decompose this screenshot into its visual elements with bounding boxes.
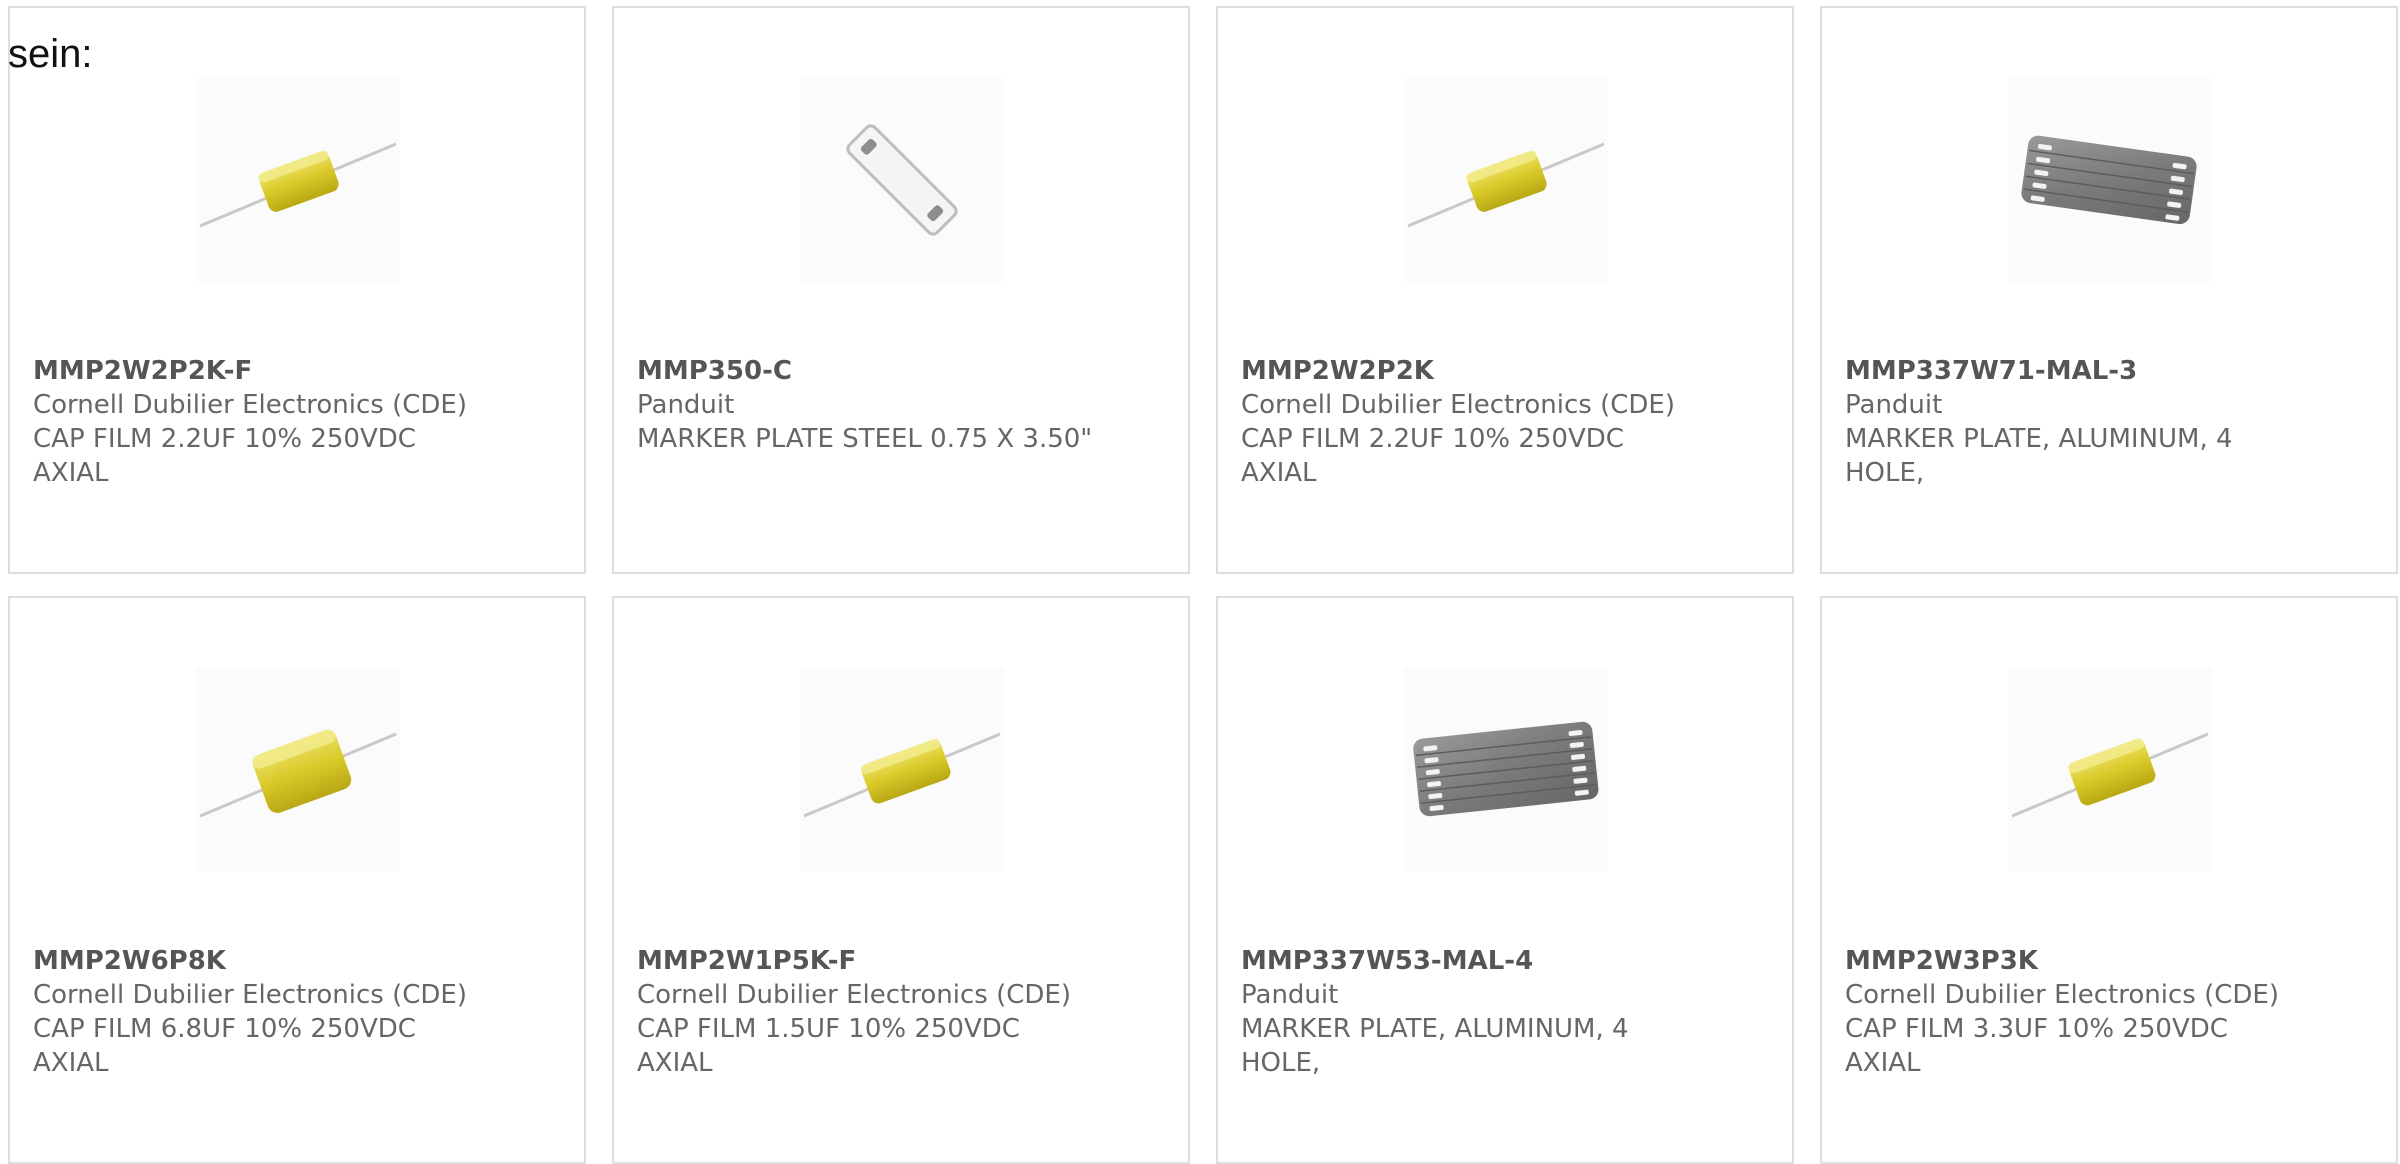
card-footer-bar xyxy=(614,572,1190,574)
manufacturer: Cornell Dubilier Electronics (CDE) xyxy=(1845,980,2279,1010)
product-info: MMP337W71-MAL-3 Panduit MARKER PLATE, AL… xyxy=(1845,354,2305,490)
product-image xyxy=(2008,668,2212,872)
manufacturer: Cornell Dubilier Electronics (CDE) xyxy=(637,980,1071,1010)
manufacturer: Panduit xyxy=(637,390,735,420)
product-card[interactable]: MMP2W2P2K-F Cornell Dubilier Electronics… xyxy=(8,6,586,574)
manufacturer: Panduit xyxy=(1845,390,1943,420)
product-card[interactable]: MMP2W2P2K Cornell Dubilier Electronics (… xyxy=(1216,6,1794,574)
yellow-axial-capacitor-icon xyxy=(803,732,1001,818)
part-number: MMP2W2P2K-F xyxy=(33,356,253,386)
part-number: MMP2W6P8K xyxy=(33,946,226,976)
product-info: MMP2W2P2K Cornell Dubilier Electronics (… xyxy=(1241,354,1701,490)
description: MARKER PLATE STEEL 0.75 X 3.50" xyxy=(637,424,1093,454)
card-accent-bar xyxy=(10,572,193,574)
product-info: MMP2W2P2K-F Cornell Dubilier Electronics… xyxy=(33,354,493,490)
product-image xyxy=(196,78,400,282)
card-accent-bar xyxy=(1822,572,2005,574)
product-image xyxy=(196,668,400,872)
description: CAP FILM 2.2UF 10% 250VDC AXIAL xyxy=(33,424,416,488)
manufacturer: Panduit xyxy=(1241,980,1339,1010)
yellow-axial-capacitor-icon xyxy=(199,142,397,228)
description: CAP FILM 1.5UF 10% 250VDC AXIAL xyxy=(637,1014,1020,1078)
part-number: MMP337W53-MAL-4 xyxy=(1241,946,1534,976)
product-card[interactable]: MMP2W6P8K Cornell Dubilier Electronics (… xyxy=(8,596,586,1164)
product-info: MMP2W3P3K Cornell Dubilier Electronics (… xyxy=(1845,944,2305,1080)
product-grid: MMP2W2P2K-F Cornell Dubilier Electronics… xyxy=(0,0,2400,1164)
product-image xyxy=(1404,668,1608,872)
product-info: MMP337W53-MAL-4 Panduit MARKER PLATE, AL… xyxy=(1241,944,1701,1080)
product-card[interactable]: MMP337W53-MAL-4 Panduit MARKER PLATE, AL… xyxy=(1216,596,1794,1164)
card-footer-bar xyxy=(1822,572,2398,574)
product-card[interactable]: MMP2W3P3K Cornell Dubilier Electronics (… xyxy=(1820,596,2398,1164)
description: MARKER PLATE, ALUMINUM, 4 HOLE, xyxy=(1241,1014,1629,1078)
yellow-axial-capacitor-icon xyxy=(2011,732,2209,818)
product-image xyxy=(2008,78,2212,282)
aluminum-marker-plate-icon xyxy=(2021,135,2197,225)
product-info: MMP2W6P8K Cornell Dubilier Electronics (… xyxy=(33,944,493,1080)
product-image xyxy=(1404,78,1608,282)
page-intro-text: sein: xyxy=(8,32,93,76)
description: CAP FILM 2.2UF 10% 250VDC AXIAL xyxy=(1241,424,1624,488)
part-number: MMP2W2P2K xyxy=(1241,356,1434,386)
part-number: MMP2W1P5K-F xyxy=(637,946,857,976)
product-image xyxy=(800,78,1004,282)
card-accent-bar xyxy=(1218,572,1401,574)
description: CAP FILM 6.8UF 10% 250VDC AXIAL xyxy=(33,1014,416,1078)
product-card[interactable]: MMP337W71-MAL-3 Panduit MARKER PLATE, AL… xyxy=(1820,6,2398,574)
steel-marker-plate-icon xyxy=(846,124,958,236)
product-card[interactable]: MMP2W1P5K-F Cornell Dubilier Electronics… xyxy=(612,596,1190,1164)
product-info: MMP350-C Panduit MARKER PLATE STEEL 0.75… xyxy=(637,354,1097,456)
card-footer-bar xyxy=(10,572,586,574)
product-image xyxy=(800,668,1004,872)
card-accent-bar xyxy=(614,572,797,574)
product-card[interactable]: MMP350-C Panduit MARKER PLATE STEEL 0.75… xyxy=(612,6,1190,574)
description: CAP FILM 3.3UF 10% 250VDC AXIAL xyxy=(1845,1014,2228,1078)
product-info: MMP2W1P5K-F Cornell Dubilier Electronics… xyxy=(637,944,1097,1080)
manufacturer: Cornell Dubilier Electronics (CDE) xyxy=(1241,390,1675,420)
part-number: MMP2W3P3K xyxy=(1845,946,2038,976)
aluminum-marker-plate-icon xyxy=(1413,721,1599,817)
yellow-axial-capacitor-icon xyxy=(1407,142,1605,228)
part-number: MMP350-C xyxy=(637,356,792,386)
manufacturer: Cornell Dubilier Electronics (CDE) xyxy=(33,980,467,1010)
manufacturer: Cornell Dubilier Electronics (CDE) xyxy=(33,390,467,420)
card-footer-bar xyxy=(1218,572,1794,574)
part-number: MMP337W71-MAL-3 xyxy=(1845,356,2138,386)
description: MARKER PLATE, ALUMINUM, 4 HOLE, xyxy=(1845,424,2233,488)
yellow-axial-capacitor-large-icon xyxy=(199,729,397,818)
